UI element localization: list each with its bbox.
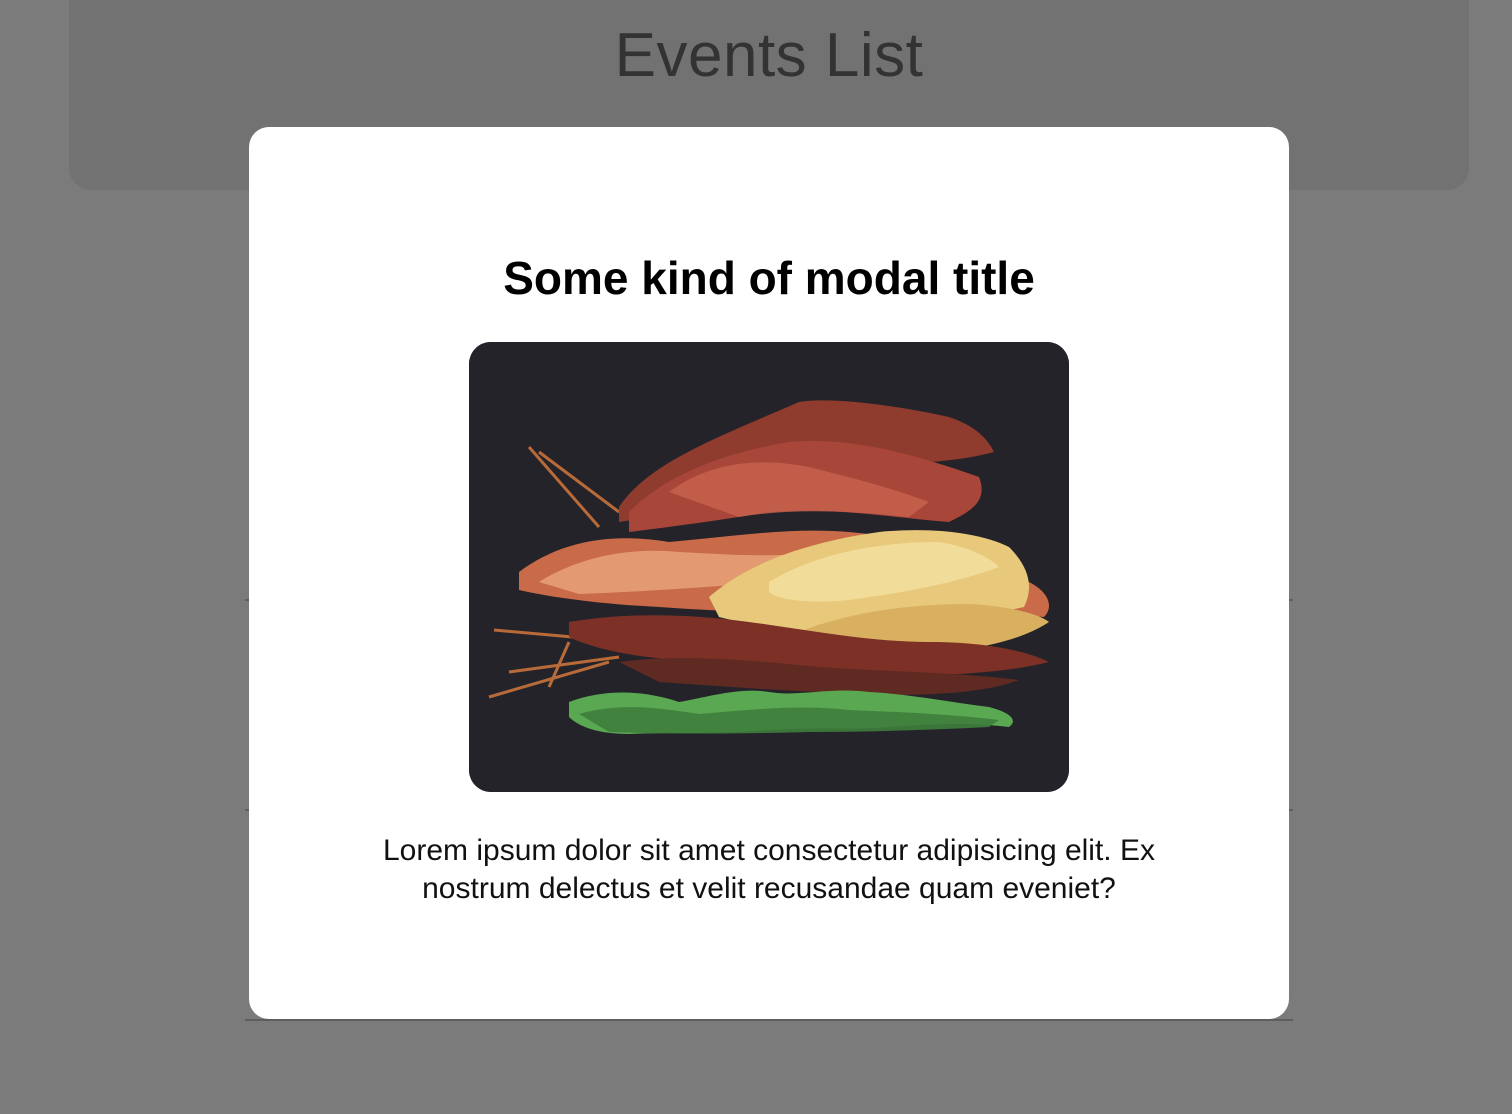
modal-title: Some kind of modal title	[503, 252, 1035, 304]
modal-backdrop[interactable]: Some kind of modal title Lorem ipsum dol…	[0, 0, 1512, 1114]
autumn-leaves-image	[469, 342, 1069, 792]
modal-body-text: Lorem ipsum dolor sit amet consectetur a…	[382, 834, 1155, 905]
modal-dialog: Some kind of modal title Lorem ipsum dol…	[249, 127, 1289, 1019]
